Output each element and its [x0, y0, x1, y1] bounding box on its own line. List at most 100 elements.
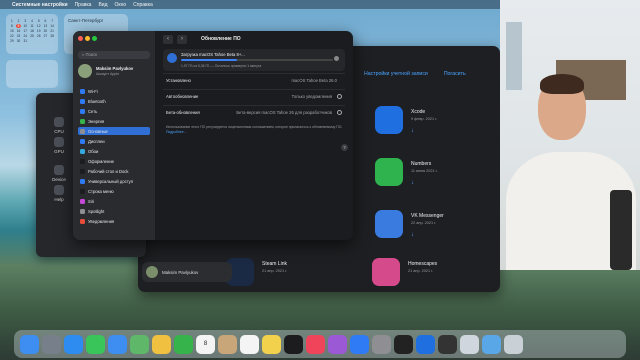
- cancel-download-button[interactable]: [334, 56, 339, 61]
- app-item-numbers[interactable]: Numbers 11 июня 2021 г. ↓: [375, 158, 505, 198]
- sidebar-item-label: Рабочий стол и Dock: [88, 168, 129, 174]
- sidebar-item[interactable]: Основные: [78, 127, 150, 135]
- sidebar-item[interactable]: Bluetooth: [78, 97, 150, 105]
- settings-icon[interactable]: [372, 334, 391, 354]
- calendar-widget[interactable]: 1 2 3 4 5 6 7 8 9 10 11 12 13 14 15 16 17 18 19 20 21 22 23 24 2…: [6, 14, 58, 54]
- gpu-label: GPU: [54, 149, 64, 154]
- xcode-icon[interactable]: [416, 334, 435, 354]
- menu-edit[interactable]: Правка: [75, 2, 92, 8]
- gpu-item[interactable]: GPU: [49, 137, 69, 154]
- cloud-download-icon[interactable]: ↓: [411, 180, 414, 186]
- sidebar-item-label: Оформление: [88, 158, 114, 164]
- calendar-day: 13: [43, 24, 48, 28]
- tv-icon[interactable]: [284, 334, 303, 354]
- maps-icon[interactable]: [130, 334, 149, 354]
- sidebar-item-label: Bluetooth: [88, 98, 106, 104]
- safari-icon[interactable]: [64, 334, 83, 354]
- help-item[interactable]: Help: [49, 185, 69, 202]
- calendar-day: 1: [10, 19, 13, 23]
- sidebar-item[interactable]: Wi-Fi: [78, 87, 150, 95]
- terminal-icon[interactable]: [394, 334, 413, 354]
- app-item-homescapes[interactable]: Homescapes 21 апр. 2021 г.: [372, 258, 502, 298]
- close-button[interactable]: [78, 36, 83, 41]
- cloud-download-icon[interactable]: ↓: [411, 128, 414, 134]
- sidebar-item-label: Wi-Fi: [88, 88, 98, 94]
- device-item[interactable]: Device: [49, 165, 69, 182]
- messages-icon[interactable]: [86, 334, 105, 354]
- contacts-icon[interactable]: [218, 334, 237, 354]
- mail-icon[interactable]: [108, 334, 127, 354]
- system-settings-window[interactable]: ⌕ Поиск Maksim Pavlyukov Аккаунт Apple W…: [73, 31, 353, 240]
- app-item-vk-messenger[interactable]: VK Messenger 22 апр. 2021 г. ↓: [375, 210, 505, 250]
- help-button[interactable]: ?: [341, 144, 348, 151]
- notes-icon[interactable]: [262, 334, 281, 354]
- app-item-steam-link[interactable]: Steam Link 21 апр. 2021 г.: [226, 258, 356, 298]
- account-settings-link[interactable]: Настройки учетной записи: [364, 71, 428, 77]
- sidebar-item[interactable]: Рабочий стол и Dock: [78, 167, 150, 175]
- sidebar-item[interactable]: Энергия: [78, 117, 150, 125]
- sidebar-item[interactable]: Siri: [78, 197, 150, 205]
- finder-icon[interactable]: [20, 334, 39, 354]
- menu-view[interactable]: Вид: [98, 2, 107, 8]
- calendar-day: 24: [23, 34, 28, 38]
- forward-button[interactable]: ›: [177, 34, 187, 44]
- sidebar-item-icon: [80, 88, 85, 94]
- sidebar-item[interactable]: Обои: [78, 147, 150, 155]
- dock: 8: [14, 330, 626, 358]
- music-icon[interactable]: [306, 334, 325, 354]
- app-name: VK Messenger: [411, 213, 444, 219]
- podcasts-icon[interactable]: [328, 334, 347, 354]
- calendar-day: 12: [36, 24, 41, 28]
- calendar-day: 11: [30, 24, 34, 28]
- zoom-button[interactable]: [92, 36, 97, 41]
- menu-help[interactable]: Справка: [133, 2, 153, 8]
- sidebar-item[interactable]: Сеть: [78, 107, 150, 115]
- calendar-day: 17: [23, 29, 28, 33]
- auto-update-row: Автообновление Только уведомления: [163, 89, 345, 102]
- back-button[interactable]: ‹: [163, 34, 173, 44]
- sidebar-item[interactable]: Spotlight: [78, 207, 150, 215]
- calendar-icon[interactable]: 8: [196, 334, 215, 354]
- sidebar-item-icon: [80, 208, 85, 214]
- facetime-icon[interactable]: [174, 334, 193, 354]
- calendar-day: 3: [24, 19, 27, 23]
- info-icon[interactable]: [337, 93, 342, 99]
- sidebar-item[interactable]: Строка меню: [78, 187, 150, 195]
- minimize-button[interactable]: [85, 36, 90, 41]
- app-store-user[interactable]: Maksim Pavlyukov: [142, 262, 232, 282]
- launchpad-icon[interactable]: [42, 334, 61, 354]
- preview-icon[interactable]: [460, 334, 479, 354]
- update-status: 1,97 ГБ из 5,36 ГБ — Осталось примерно 1…: [181, 64, 262, 68]
- trash-icon[interactable]: [504, 334, 523, 354]
- photos-icon[interactable]: [152, 334, 171, 354]
- menu-window[interactable]: Окно: [115, 2, 127, 8]
- row-key: Бета-обновления: [166, 109, 200, 115]
- sidebar-item[interactable]: Универсальный доступ: [78, 177, 150, 185]
- activity-icon[interactable]: [438, 334, 457, 354]
- app-name: Steam Link: [262, 261, 288, 267]
- device-icon: [54, 165, 64, 175]
- sidebar-item-icon: [80, 188, 85, 194]
- sidebar-item[interactable]: Уведомления: [78, 217, 150, 225]
- app-item-xcode[interactable]: Xcode 9 февр. 2021 г. ↓: [375, 106, 505, 146]
- sidebar-item[interactable]: Дисплеи: [78, 137, 150, 145]
- appstore-icon[interactable]: [350, 334, 369, 354]
- calendar-day: 22: [10, 34, 14, 38]
- sidebar-item[interactable]: Оформление: [78, 157, 150, 165]
- redeem-link[interactable]: Погасить: [444, 71, 466, 77]
- calendar-day: 10: [23, 24, 28, 28]
- help-icon: [54, 185, 64, 195]
- menu-app[interactable]: Системные настройки: [12, 2, 68, 8]
- installed-row: Установлено macOS Tahoe Beta 26.0: [163, 73, 345, 86]
- search-input[interactable]: ⌕ Поиск: [78, 51, 150, 59]
- learn-more-link[interactable]: Подробнее…: [166, 130, 187, 134]
- folder-icon[interactable]: [482, 334, 501, 354]
- widget[interactable]: [6, 60, 58, 88]
- apple-account[interactable]: Maksim Pavlyukov Аккаунт Apple: [78, 64, 152, 80]
- cpu-item[interactable]: CPU: [49, 117, 69, 134]
- row-key: Установлено: [166, 77, 191, 83]
- calendar-day: 15: [10, 29, 14, 33]
- reminders-icon[interactable]: [240, 334, 259, 354]
- info-icon[interactable]: [337, 109, 342, 115]
- cloud-download-icon[interactable]: ↓: [411, 232, 414, 238]
